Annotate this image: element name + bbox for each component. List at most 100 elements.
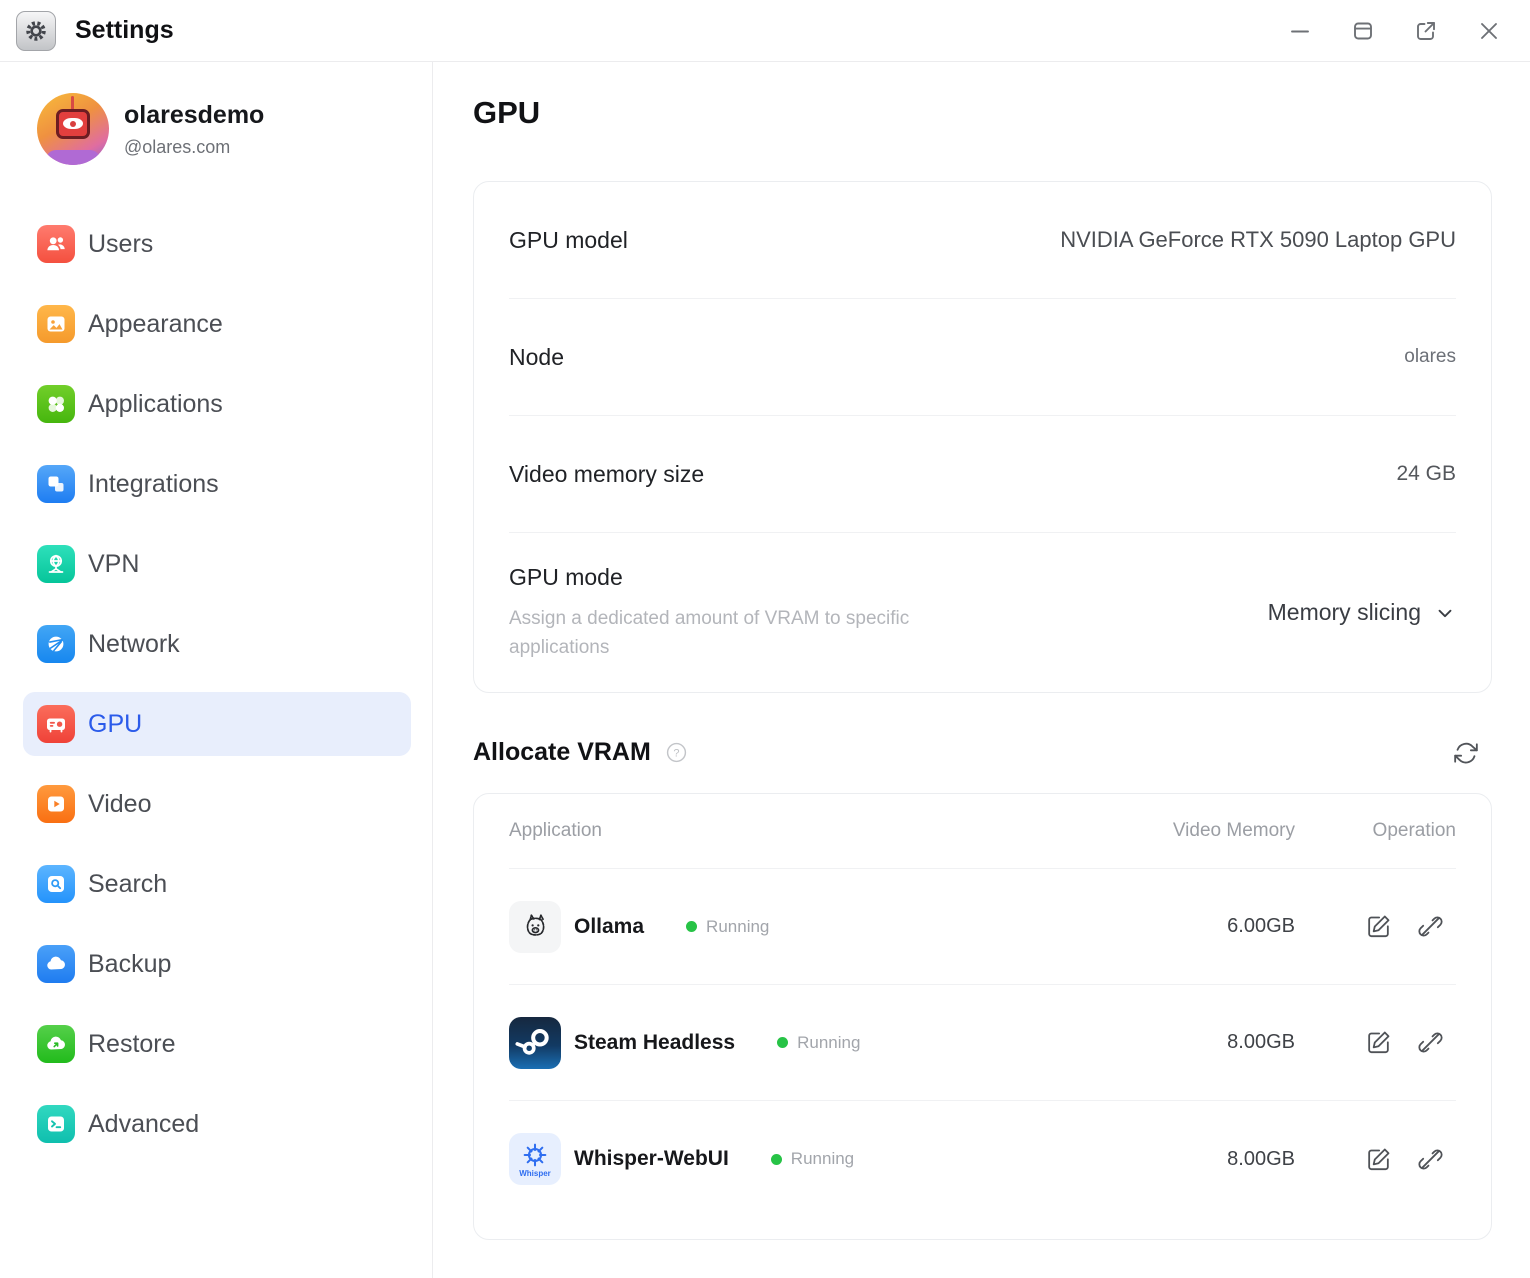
unbind-button[interactable] [1417,1029,1444,1056]
page-title: GPU [473,95,1492,131]
unbind-button[interactable] [1417,1146,1444,1173]
memory-value: 8.00GB [1085,1031,1295,1054]
profile-handle: @olares.com [124,137,264,158]
sidebar-item-backup[interactable]: Backup [23,932,411,996]
gpu-mode-select[interactable]: Memory slicing [1268,599,1456,626]
app-name: Whisper-WebUI [574,1147,729,1171]
sidebar-item-gpu[interactable]: GPU [23,692,411,756]
vram-size-label: Video memory size [509,461,704,488]
help-icon[interactable]: ? [665,741,688,764]
info-row-gpu-mode: GPU mode Assign a dedicated amount of VR… [509,533,1456,692]
sidebar-item-video[interactable]: Video [23,772,411,836]
maximize-button[interactable] [1350,18,1376,44]
ollama-app-icon [509,901,561,953]
status-text: Running [706,917,769,937]
sidebar-item-applications[interactable]: Applications [23,372,411,436]
restore-icon [37,1025,75,1063]
edit-button[interactable] [1365,1146,1392,1173]
sidebar-item-label: Backup [88,950,171,979]
window-titlebar: Settings [0,0,1530,62]
search-icon [37,865,75,903]
sidebar-item-label: VPN [88,550,139,579]
gpu-model-label: GPU model [509,227,628,254]
info-row-gpu-model: GPU model NVIDIA GeForce RTX 5090 Laptop… [509,182,1456,299]
unbind-button[interactable] [1417,913,1444,940]
sidebar-item-label: Search [88,870,167,899]
info-row-node: Node olares [509,299,1456,416]
sidebar-item-appearance[interactable]: Appearance [23,292,411,356]
app-name: Ollama [574,915,644,939]
refresh-button[interactable] [1453,740,1479,766]
unlink-icon [1417,1146,1444,1173]
main-content: GPU GPU model NVIDIA GeForce RTX 5090 La… [433,62,1530,1278]
gpu-icon [37,705,75,743]
sidebar-item-label: Users [88,230,153,259]
video-icon [37,785,75,823]
popout-icon [1414,19,1438,43]
allocate-vram-header: Allocate VRAM ? [473,738,1492,767]
running-dot [771,1154,782,1165]
app-name: Steam Headless [574,1031,735,1055]
vpn-icon [37,545,75,583]
gpu-mode-description: Assign a dedicated amount of VRAM to spe… [509,604,999,662]
gpu-mode-label: GPU mode [509,564,999,591]
steam-app-icon [509,1017,561,1069]
profile-name: olaresdemo [124,101,264,130]
column-application: Application [509,820,1085,842]
node-label: Node [509,344,564,371]
memory-value: 6.00GB [1085,915,1295,938]
edit-icon [1365,913,1392,940]
close-button[interactable] [1476,18,1502,44]
minimize-button[interactable] [1287,18,1313,44]
advanced-icon [37,1105,75,1143]
gear-icon [23,18,49,44]
gpu-mode-value: Memory slicing [1268,599,1421,626]
sidebar-item-network[interactable]: Network [23,612,411,676]
appearance-icon [37,305,75,343]
window-title: Settings [75,16,174,45]
edit-button[interactable] [1365,1029,1392,1056]
column-video-memory: Video Memory [1085,820,1295,842]
sidebar-item-users[interactable]: Users [23,212,411,276]
applications-icon [37,385,75,423]
sidebar-item-label: Video [88,790,152,819]
info-row-vram-size: Video memory size 24 GB [509,416,1456,533]
sidebar-item-integrations[interactable]: Integrations [23,452,411,516]
minimize-icon [1288,19,1312,43]
sidebar-menu: Users Appearance Applications Integratio… [0,212,432,1156]
sidebar: olaresdemo @olares.com Users Appearance [0,62,433,1278]
sidebar-item-search[interactable]: Search [23,852,411,916]
sidebar-item-label: Advanced [88,1110,199,1139]
sidebar-item-label: GPU [88,710,142,739]
sidebar-item-vpn[interactable]: VPN [23,532,411,596]
unlink-icon [1417,913,1444,940]
unlink-icon [1417,1029,1444,1056]
sidebar-item-advanced[interactable]: Advanced [23,1092,411,1156]
table-row: Ollama Running 6.00GB [509,869,1456,985]
vram-size-value: 24 GB [1396,462,1456,486]
table-header: Application Video Memory Operation [509,794,1456,869]
user-profile: olaresdemo @olares.com [37,93,432,165]
sidebar-item-label: Restore [88,1030,176,1059]
edit-button[interactable] [1365,913,1392,940]
backup-icon [37,945,75,983]
sidebar-item-label: Network [88,630,180,659]
table-row: Steam Headless Running 8.00GB [509,985,1456,1101]
node-value: olares [1404,346,1456,368]
svg-text:?: ? [673,748,679,760]
table-row: Whisper Whisper-WebUI Running 8.00GB [509,1101,1456,1217]
avatar [37,93,109,165]
sidebar-item-label: Appearance [88,310,223,339]
whisper-app-icon: Whisper [509,1133,561,1185]
popout-button[interactable] [1413,18,1439,44]
sidebar-item-restore[interactable]: Restore [23,1012,411,1076]
gpu-info-card: GPU model NVIDIA GeForce RTX 5090 Laptop… [473,181,1492,693]
column-operation: Operation [1295,820,1456,842]
whisper-badge-text: Whisper [519,1169,551,1178]
edit-icon [1365,1029,1392,1056]
close-icon [1477,19,1501,43]
chevron-down-icon [1434,602,1456,624]
memory-value: 8.00GB [1085,1148,1295,1171]
status-badge: Running [771,1149,854,1169]
running-dot [686,921,697,932]
